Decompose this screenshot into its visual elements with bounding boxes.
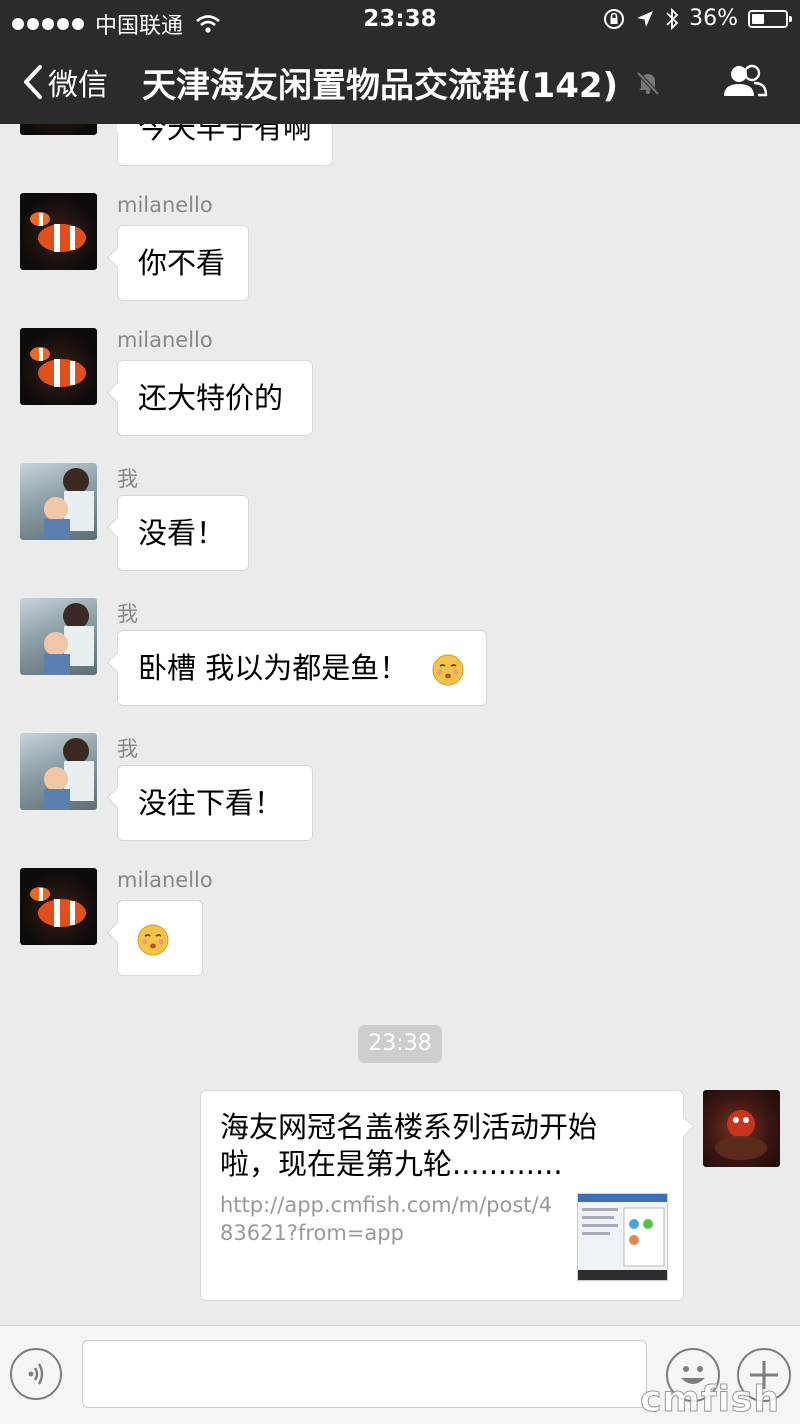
parent-child-avatar-image (44, 468, 94, 540)
bluetooth-icon (666, 7, 679, 30)
avatar[interactable] (20, 463, 97, 540)
clownfish-avatar-image (30, 212, 86, 252)
clownfish-avatar-image (30, 347, 86, 387)
avatar[interactable] (20, 598, 97, 675)
parent-child-avatar-image (44, 603, 94, 675)
message-bubble[interactable]: 你不看 (117, 225, 249, 301)
clownfish-avatar-image (30, 887, 86, 927)
back-button[interactable]: 微信 (22, 60, 108, 104)
toy-figure-avatar-image (715, 1110, 767, 1160)
link-card-title: 海友网冠名盖楼系列活动开始啦，现在是第九轮............ (220, 1110, 598, 1181)
message-text: 没往下看！ (138, 786, 284, 820)
shush-emoji-icon (137, 924, 169, 956)
voice-button[interactable] (10, 1348, 62, 1400)
chat-title: 天津海友闲置物品交流群(142) (142, 66, 619, 106)
link-card[interactable]: 海友网冠名盖楼系列活动开始啦，现在是第九轮............ http:/… (200, 1090, 684, 1301)
parent-child-avatar-image (44, 738, 94, 810)
message-text: 卧槽 我以为都是鱼！ (138, 651, 409, 685)
sender-name: 我 (117, 467, 138, 491)
avatar[interactable] (20, 868, 97, 945)
link-card-url: http://app.cmfish.com/m/post/483621?from… (220, 1193, 552, 1245)
sender-name: milanello (117, 328, 213, 352)
location-arrow-icon (637, 10, 654, 27)
sender-name: milanello (117, 868, 213, 892)
shush-emoji-icon (432, 654, 464, 686)
avatar[interactable] (20, 193, 97, 270)
sender-name: 我 (117, 602, 138, 626)
battery-icon (748, 9, 792, 28)
avatar[interactable] (703, 1090, 780, 1167)
timestamp-chip: 23:38 (358, 1025, 442, 1063)
message-bubble[interactable]: 没往下看！ (117, 765, 313, 841)
avatar[interactable] (20, 328, 97, 405)
input-bar: cmfish (0, 1325, 800, 1424)
battery-fill (752, 13, 764, 24)
back-label: 微信 (48, 68, 108, 103)
message-bubble[interactable]: 卧槽 我以为都是鱼！ (117, 630, 487, 706)
message-bubble[interactable] (117, 900, 203, 976)
nav-bar: 微信 天津海友闲置物品交流群(142) (0, 40, 800, 124)
avatar[interactable] (20, 733, 97, 810)
link-card-thumbnail (577, 1193, 668, 1281)
watermark: cmfish (640, 1379, 780, 1421)
status-bar: 中国联通 23:38 36% (0, 0, 800, 40)
message-bubble[interactable]: 没看！ (117, 495, 249, 571)
message-bubble[interactable]: 还大特价的 (117, 360, 313, 436)
battery-percent: 36% (689, 6, 738, 31)
message-input[interactable] (82, 1340, 647, 1408)
message-text: 你不看 (138, 246, 226, 280)
message-text: 没看！ (138, 516, 226, 550)
rotation-lock-icon (604, 8, 625, 29)
group-members-icon[interactable] (722, 64, 768, 98)
message-text: 还大特价的 (138, 381, 284, 415)
sender-name: milanello (117, 193, 213, 217)
back-chevron-icon (24, 65, 42, 99)
mute-bell-icon (636, 71, 660, 96)
voice-icon (28, 1363, 44, 1385)
sender-name: 我 (117, 737, 138, 761)
